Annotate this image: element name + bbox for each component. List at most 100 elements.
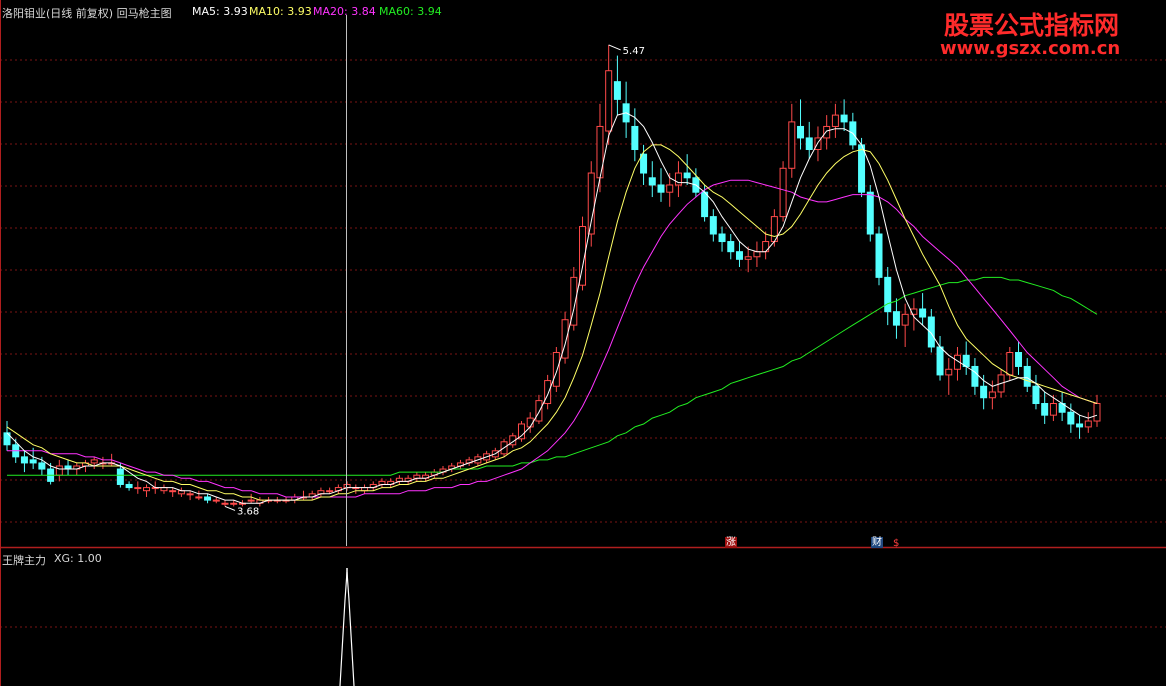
candle-body xyxy=(884,276,892,313)
candle xyxy=(125,481,133,491)
candle xyxy=(552,346,560,392)
candle-body xyxy=(805,137,813,151)
candle-body xyxy=(718,233,726,243)
watermark-url: www.gszx.com.cn xyxy=(940,38,1121,59)
candle xyxy=(221,500,229,507)
candle xyxy=(1084,412,1092,433)
candle xyxy=(535,394,543,424)
candle xyxy=(456,459,464,470)
dollar-badge[interactable]: $ xyxy=(892,538,900,549)
candle xyxy=(1015,341,1023,375)
candle xyxy=(1076,415,1084,439)
candle xyxy=(1023,358,1031,392)
candle xyxy=(744,246,752,273)
candle-body xyxy=(779,167,787,218)
candle xyxy=(404,475,412,485)
high-pointer xyxy=(608,44,621,51)
candle xyxy=(953,346,961,381)
candle xyxy=(352,484,360,494)
candle-body xyxy=(587,172,595,235)
candle xyxy=(831,103,839,138)
candle xyxy=(753,241,761,268)
candle-body xyxy=(831,114,839,127)
candle-body xyxy=(116,468,124,485)
candle-body xyxy=(1093,403,1101,422)
candle-body xyxy=(762,241,770,253)
watermark-title: 股票公式指标网 xyxy=(944,11,1120,40)
candle xyxy=(3,421,11,451)
candle xyxy=(439,465,447,476)
candle xyxy=(308,490,316,501)
high-price-label: 5.47 xyxy=(623,46,645,57)
candle-body xyxy=(143,487,151,492)
candle xyxy=(343,481,351,491)
candle xyxy=(962,341,970,375)
candle xyxy=(657,168,665,202)
ma10-legend: MA10: 3.93 xyxy=(249,5,312,18)
candle xyxy=(788,103,796,178)
candle-body xyxy=(134,487,142,490)
grid-lines xyxy=(0,59,1166,628)
candlestick-chart[interactable]: 5.47 3.68 xyxy=(0,0,1166,686)
candle xyxy=(884,267,892,326)
candle xyxy=(256,496,264,507)
candle-body xyxy=(657,184,665,193)
candle-body xyxy=(640,153,648,174)
candle-body xyxy=(169,490,177,493)
candle-body xyxy=(195,496,203,499)
candle xyxy=(919,293,927,326)
candle xyxy=(936,336,944,381)
candle-body xyxy=(1006,352,1014,376)
candle xyxy=(1032,374,1040,410)
candle xyxy=(143,484,151,497)
candle xyxy=(648,161,656,198)
subpanel-title: 王牌主力 xyxy=(2,554,46,567)
candle-body xyxy=(230,502,238,505)
candle xyxy=(387,478,395,488)
candle xyxy=(901,303,909,347)
candle xyxy=(422,472,430,482)
candle-body xyxy=(29,459,37,464)
candle-body xyxy=(90,459,98,464)
candle xyxy=(169,487,177,497)
candle-body xyxy=(980,385,988,399)
candle xyxy=(866,184,874,242)
candle xyxy=(858,137,866,198)
candle xyxy=(613,55,621,116)
candle-body xyxy=(727,241,735,253)
cai-badge[interactable]: 财 xyxy=(871,537,883,548)
candle xyxy=(640,144,648,185)
candle xyxy=(727,234,735,260)
candle xyxy=(395,475,403,485)
candle-body xyxy=(326,490,334,493)
candle-body xyxy=(971,365,979,387)
candle xyxy=(875,226,883,286)
candle-body xyxy=(1023,365,1031,387)
candle xyxy=(779,161,787,222)
candle-body xyxy=(55,465,63,476)
candle xyxy=(204,493,212,504)
candle-body xyxy=(945,368,953,376)
candle xyxy=(1093,394,1101,427)
candle-body xyxy=(919,308,927,318)
candle xyxy=(64,459,72,476)
candle-body xyxy=(186,493,194,496)
zhang-badge[interactable]: 涨 xyxy=(725,537,737,548)
candle xyxy=(378,478,386,488)
candle-body xyxy=(1049,403,1057,416)
candle-body xyxy=(517,423,525,440)
candle xyxy=(186,490,194,501)
candle xyxy=(797,99,805,150)
candle-body xyxy=(840,114,848,123)
candle-body xyxy=(1076,423,1084,428)
chart-window: 5.47 3.68 洛阳钼业(日线 前复权) 回马枪主图 MA5: 3.93 MA… xyxy=(0,0,1166,686)
candle-body xyxy=(125,483,133,489)
candle xyxy=(683,154,691,185)
candle-body xyxy=(875,233,883,278)
candle xyxy=(291,493,299,504)
candle xyxy=(195,490,203,501)
candle xyxy=(369,481,377,491)
candle-body xyxy=(674,172,682,186)
ma20-legend: MA20: 3.84 xyxy=(313,5,376,18)
candle-body xyxy=(221,502,229,505)
